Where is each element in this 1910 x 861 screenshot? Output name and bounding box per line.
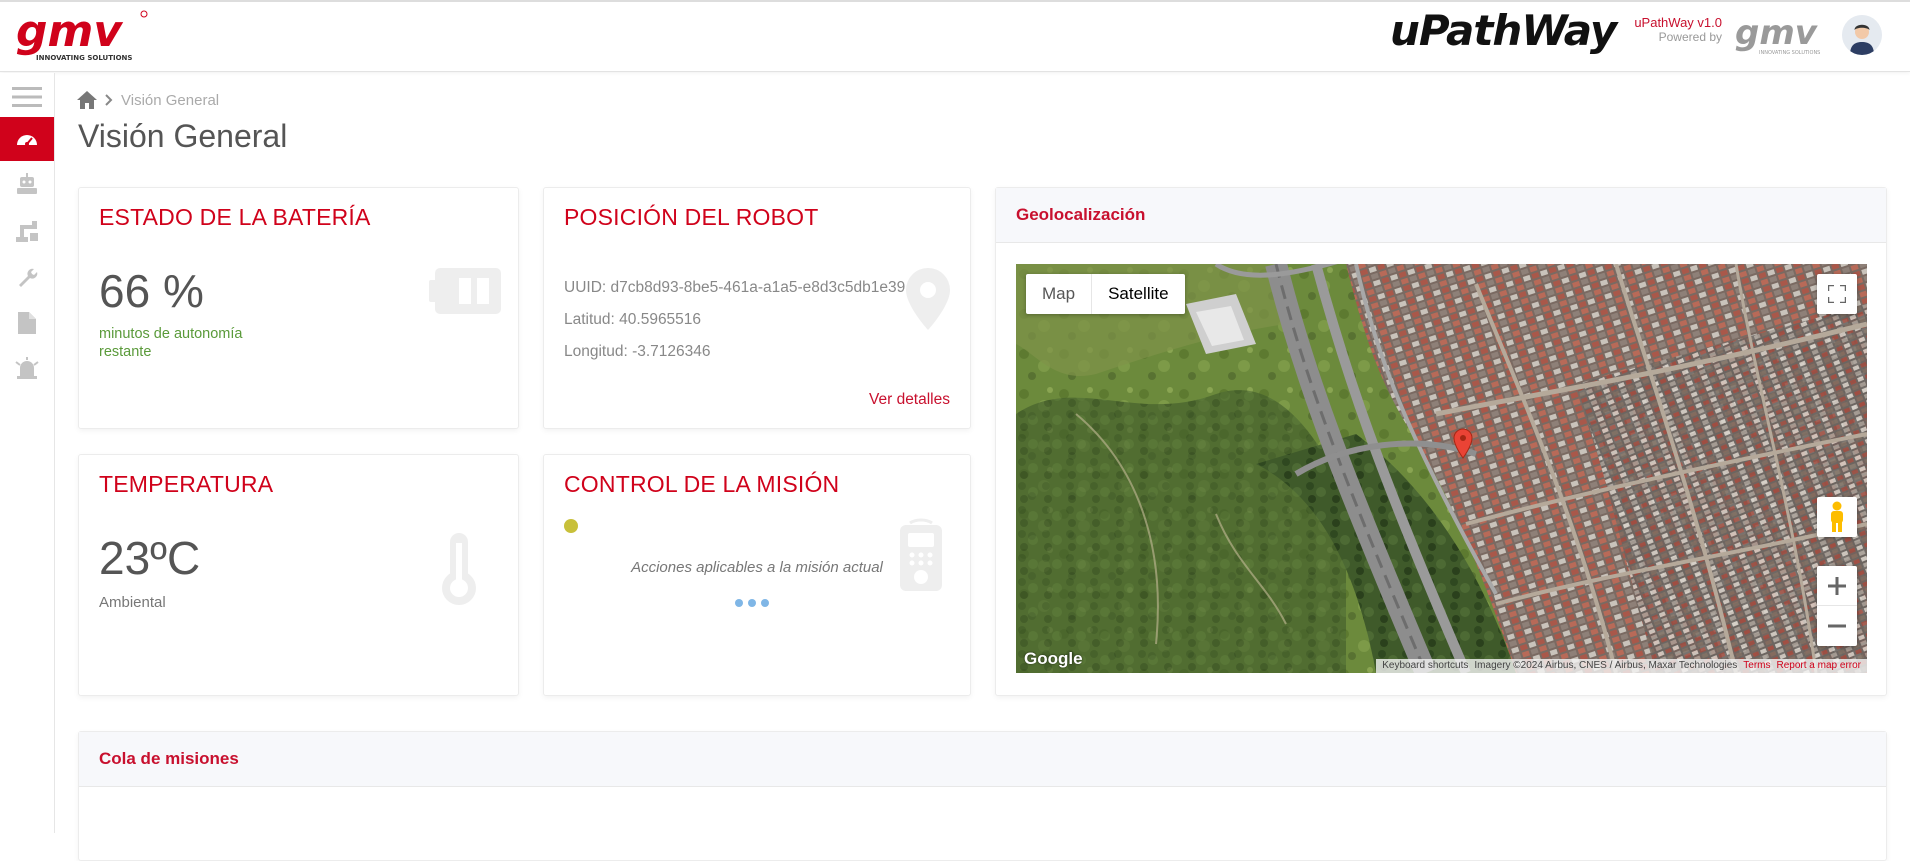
svg-text:INNOVATING SOLUTIONS: INNOVATING SOLUTIONS — [1759, 50, 1820, 56]
geolocation-title: Geolocalización — [1016, 205, 1146, 224]
fullscreen-button[interactable] — [1817, 274, 1857, 314]
map-type-control: Map Satellite — [1026, 274, 1185, 314]
mission-status-indicator — [564, 519, 578, 533]
dashboard-icon — [17, 135, 37, 146]
geolocation-card: Geolocalización Map Satellite Google Key… — [995, 187, 1887, 696]
map-type-map-button[interactable]: Map — [1026, 274, 1091, 314]
mission-control-card: CONTROL DE LA MISIÓN Acciones aplicables… — [543, 454, 971, 696]
robot-icon — [17, 173, 37, 194]
zoom-out-button[interactable] — [1817, 606, 1857, 646]
robot-longitude: Longitud: -3.7126346 — [564, 343, 711, 360]
fullscreen-icon — [1828, 285, 1846, 303]
top-bar: gmv INNOVATING SOLUTIONS uPathWay uPathW… — [0, 0, 1910, 72]
chevron-right-icon — [105, 94, 113, 106]
map-imagery[interactable] — [1016, 264, 1867, 673]
google-logo: Google — [1024, 649, 1083, 668]
user-avatar-icon — [1842, 15, 1882, 55]
location-pin-icon — [906, 268, 950, 330]
sidebar-item-robots[interactable] — [0, 163, 54, 207]
battery-value: 66 % — [99, 265, 204, 317]
svg-text:INNOVATING SOLUTIONS: INNOVATING SOLUTIONS — [36, 54, 132, 62]
breadcrumb: Visión General — [77, 88, 219, 112]
satellite-map[interactable]: Map Satellite Google Keyboard shortcuts … — [1016, 264, 1867, 673]
mission-queue-panel: Cola de misiones — [78, 731, 1887, 861]
pegman-icon — [1831, 501, 1843, 532]
robot-position-card: POSICIÓN DEL ROBOT UUID: d7cb8d93-8be5-4… — [543, 187, 971, 429]
app-version: uPathWay v1.0 — [1634, 15, 1722, 30]
report-map-error-link[interactable]: Report a map error — [1777, 659, 1861, 673]
gmv-logo[interactable]: gmv INNOVATING SOLUTIONS — [14, 8, 150, 64]
battery-card-title: ESTADO DE LA BATERÍA — [99, 204, 371, 230]
robot-uuid: UUID: d7cb8d93-8be5-461a-a1a5-e8d3c5db1e… — [564, 279, 906, 296]
menu-icon — [12, 87, 42, 107]
page-title: Visión General — [78, 118, 288, 154]
document-icon — [18, 312, 36, 334]
robot-arm-icon — [16, 221, 38, 242]
robot-latitude: Latitud: 40.5965516 — [564, 311, 702, 328]
wrench-icon — [19, 268, 38, 287]
temperature-subtitle: Ambiental — [99, 594, 166, 611]
sidebar-item-dashboard[interactable] — [0, 117, 54, 161]
thermometer-icon — [442, 533, 476, 605]
robot-position-card-title: POSICIÓN DEL ROBOT — [564, 204, 819, 230]
terms-link[interactable]: Terms — [1743, 659, 1770, 673]
remote-control-icon — [900, 518, 942, 591]
sidebar-item-robot-arm[interactable] — [0, 209, 54, 253]
home-icon[interactable] — [77, 91, 97, 109]
sidebar-menu-toggle[interactable] — [0, 75, 54, 119]
sidebar-item-maintenance[interactable] — [0, 255, 54, 299]
svg-text:gmv: gmv — [1735, 14, 1819, 53]
alarm-icon — [15, 357, 39, 379]
svg-text:gmv: gmv — [16, 8, 123, 57]
keyboard-shortcuts-link[interactable]: Keyboard shortcuts — [1382, 659, 1468, 673]
sidebar-item-documents[interactable] — [0, 301, 54, 345]
map-attribution: Keyboard shortcuts Imagery ©2024 Airbus,… — [1376, 659, 1867, 673]
battery-card: ESTADO DE LA BATERÍA 66 % minutos de aut… — [78, 187, 519, 429]
mission-queue-title: Cola de misiones — [99, 749, 239, 768]
zoom-in-button[interactable] — [1817, 566, 1857, 606]
gmv-small-logo: gmv INNOVATING SOLUTIONS — [1735, 14, 1820, 56]
geolocation-header: Geolocalización — [996, 188, 1886, 243]
sidebar-item-alarms[interactable] — [0, 347, 54, 391]
battery-icon — [429, 268, 501, 314]
powered-by-label: Powered by — [1658, 30, 1722, 44]
mission-control-card-title: CONTROL DE LA MISIÓN — [564, 471, 840, 497]
user-avatar[interactable] — [1842, 15, 1882, 55]
breadcrumb-current: Visión General — [121, 91, 220, 109]
app-title: uPathWay — [1390, 6, 1617, 55]
battery-subtitle: minutos de autonomía restante — [99, 326, 243, 360]
temperature-value: 23ºC — [99, 532, 201, 584]
temperature-card: TEMPERATURA 23ºC Ambiental — [78, 454, 519, 696]
plus-icon — [1828, 576, 1846, 595]
street-view-pegman[interactable] — [1817, 497, 1857, 537]
map-type-satellite-button[interactable]: Satellite — [1091, 274, 1184, 314]
minus-icon — [1828, 624, 1846, 628]
loading-indicator — [735, 599, 769, 607]
imagery-credit: Imagery ©2024 Airbus, CNES / Airbus, Max… — [1474, 660, 1738, 671]
mission-actions-message: Acciones aplicables a la misión actual — [631, 559, 883, 576]
sidebar — [0, 73, 55, 833]
temperature-card-title: TEMPERATURA — [99, 471, 274, 497]
mission-queue-header: Cola de misiones — [79, 732, 1886, 787]
zoom-control — [1817, 566, 1857, 646]
view-details-link[interactable]: Ver detalles — [869, 391, 950, 409]
